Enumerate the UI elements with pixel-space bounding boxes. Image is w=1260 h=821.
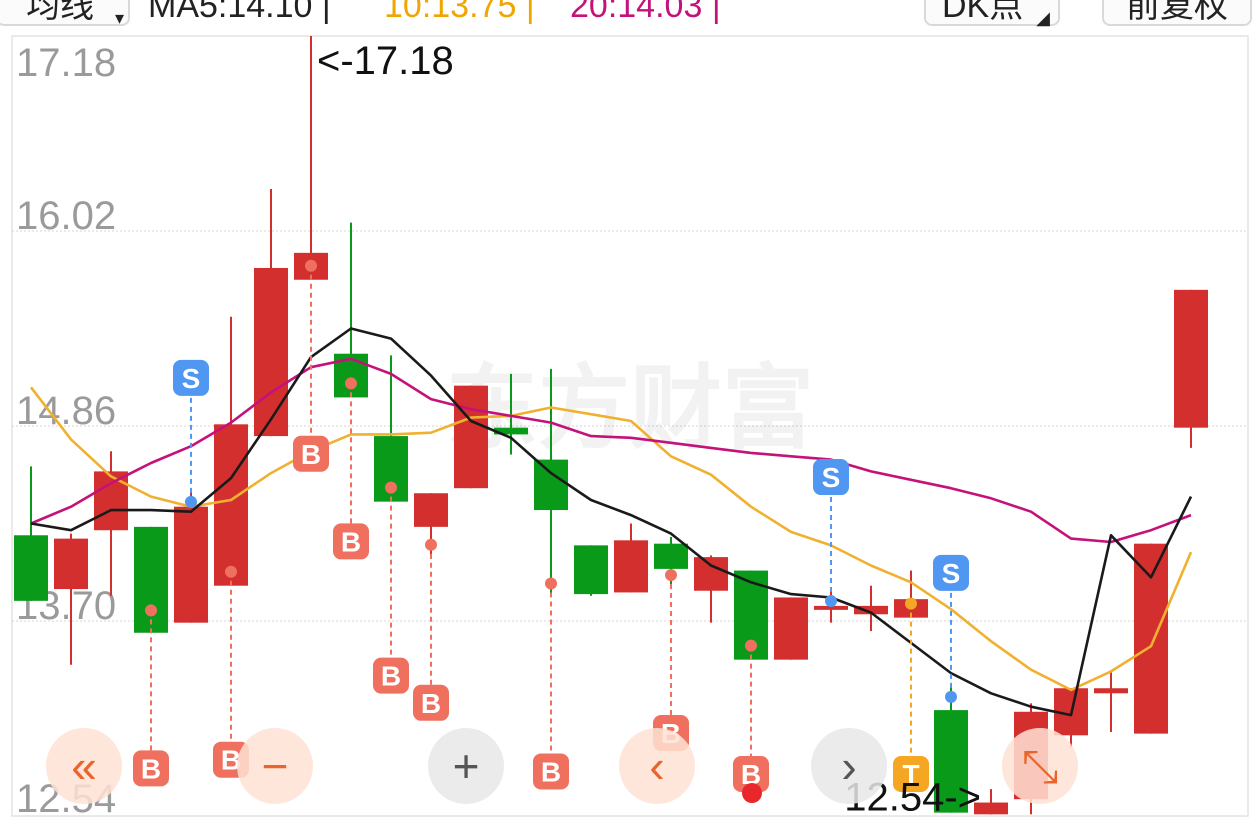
candle-body (254, 267, 288, 437)
candle-body (174, 506, 208, 623)
indicator-select-button[interactable]: 均线 ▾ (0, 0, 130, 28)
double-chevron-left-icon: « (71, 740, 97, 792)
y-axis-tick-label: 16.02 (16, 194, 116, 238)
indicator-label: 均线 (26, 0, 94, 25)
expand-arrows-icon: ⤡ (1021, 740, 1059, 792)
rewind-button[interactable]: « (46, 728, 122, 804)
candle-body (654, 543, 688, 569)
candle-body (454, 385, 488, 489)
minus-icon: − (261, 740, 289, 792)
signal-badge-label: B (541, 756, 561, 787)
legend-separator: | (525, 0, 535, 25)
signal-badge-label: B (301, 439, 321, 470)
ma20-legend: 20:14.03 | (570, 0, 721, 24)
ma10-value: 10:13.75 (384, 0, 517, 25)
candle-body (1094, 688, 1128, 694)
dk-point-button[interactable]: DK点 ◢ (924, 0, 1060, 28)
zoom-in-button[interactable]: + (428, 728, 504, 804)
ma10-legend: 10:13.75 | (384, 0, 535, 24)
y-axis-tick-label: 17.18 (16, 41, 116, 85)
adjust-mode-button[interactable]: 前复权 (1102, 0, 1252, 26)
signal-badge-label: B (421, 688, 441, 719)
zoom-out-button[interactable]: − (237, 728, 313, 804)
chevron-right-icon: › (841, 740, 857, 792)
legend-separator: | (711, 0, 721, 25)
signal-badge-label: S (182, 363, 201, 394)
expand-button[interactable]: ⤡ (1002, 728, 1078, 804)
candle-body (534, 459, 568, 511)
signal-badge-label: S (942, 558, 961, 589)
signal-badge-label: B (141, 753, 161, 784)
dropdown-caret-icon: ▾ (114, 8, 124, 28)
y-axis-tick-label: 14.86 (16, 389, 116, 433)
chevron-left-icon: ‹ (649, 740, 665, 792)
ma5-value: MA5:14.10 (148, 0, 313, 25)
kline-chart[interactable]: 17.1816.0214.8613.7012.54东方财富BBSBBBBBBBS… (0, 0, 1260, 821)
next-button[interactable]: › (811, 728, 887, 804)
chart-toolbar: 均线 ▾ MA5:14.10 | 10:13.75 | 20:14.03 | D… (0, 0, 1260, 30)
candle-body (214, 424, 248, 586)
candle-body (134, 526, 168, 633)
live-indicator-dot (742, 783, 762, 803)
candle-body (94, 471, 128, 531)
candle-body (1174, 289, 1208, 428)
dk-point-label: DK点 (942, 0, 1024, 25)
high-price-label: <-17.18 (317, 39, 454, 83)
legend-separator: | (321, 0, 331, 25)
candle-body (774, 597, 808, 660)
corner-triangle-icon: ◢ (1036, 8, 1050, 28)
candle-body (54, 538, 88, 590)
ma20-value: 20:14.03 (570, 0, 703, 25)
plus-icon: + (452, 740, 480, 792)
watermark-text: 东方财富 (446, 355, 814, 462)
ma5-legend: MA5:14.10 | (148, 0, 331, 24)
candle-body (574, 545, 608, 595)
adjust-mode-label: 前复权 (1126, 0, 1228, 25)
signal-badge-label: B (341, 526, 361, 557)
candle-body (614, 540, 648, 593)
candle-body (14, 535, 48, 601)
candle-body (414, 493, 448, 527)
candle-body (694, 557, 728, 591)
previous-button[interactable]: ‹ (619, 728, 695, 804)
candle-body (1134, 543, 1168, 734)
signal-badge-label: B (381, 661, 401, 692)
signal-badge-label: S (822, 462, 841, 493)
